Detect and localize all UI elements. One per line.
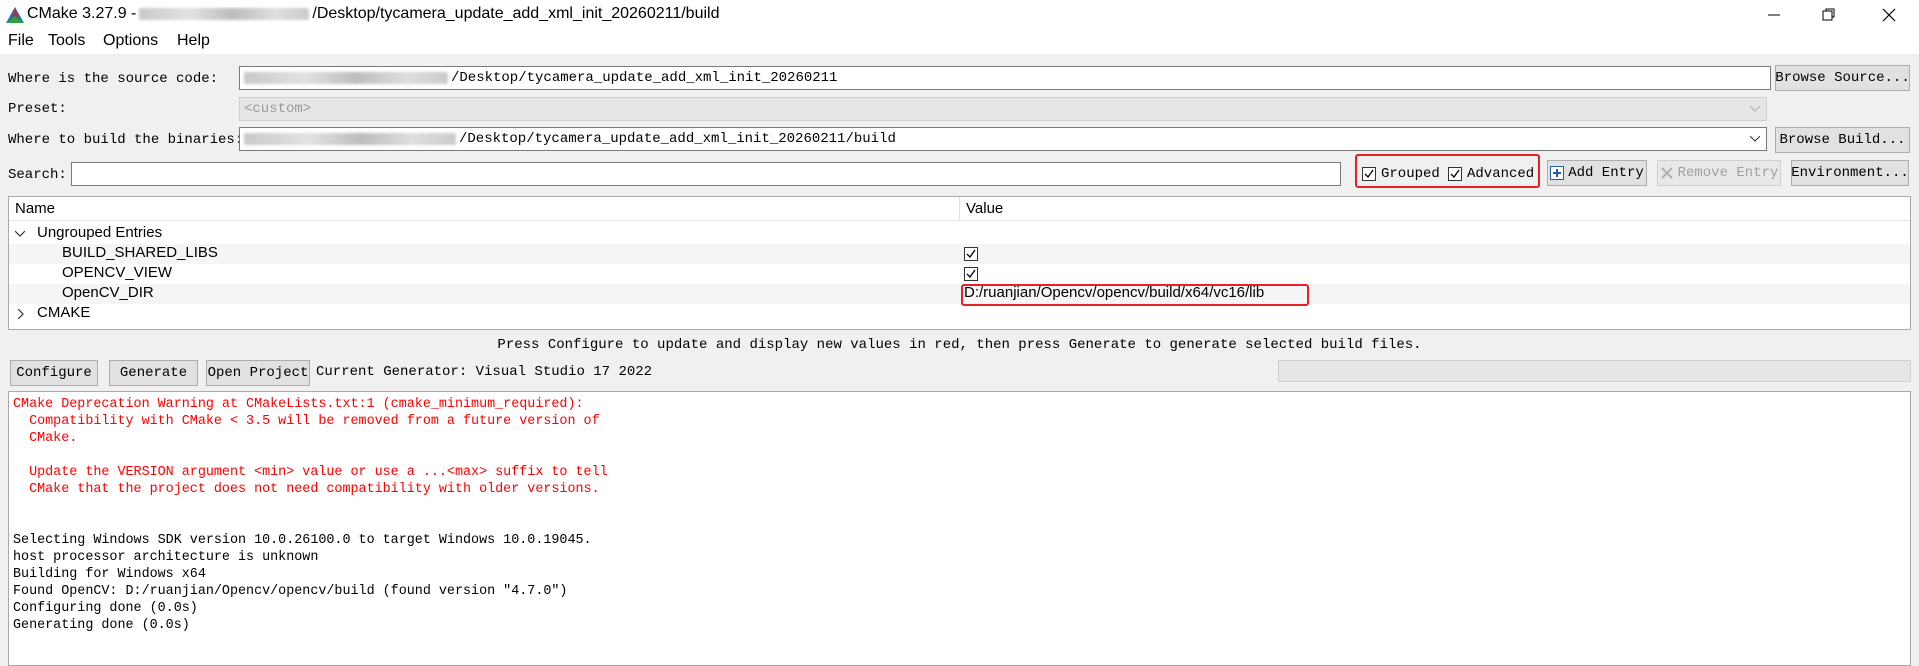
remove-entry-label: Remove Entry <box>1677 165 1779 181</box>
add-entry-label: Add Entry <box>1568 165 1644 181</box>
group-label: Ungrouped Entries <box>37 224 163 241</box>
redacted-path <box>139 8 310 20</box>
current-generator: Current Generator: Visual Studio 17 2022 <box>316 364 653 380</box>
status-message: Press Configure to update and display ne… <box>497 337 1422 353</box>
check-icon <box>966 269 976 279</box>
window-title-prefix: CMake 3.27.9 - <box>27 5 137 22</box>
menu-bar: File Tools Options Help <box>0 30 1919 54</box>
log-line: CMake that the project does not need com… <box>13 482 600 497</box>
restore-button[interactable] <box>1806 0 1852 30</box>
close-button[interactable] <box>1866 0 1912 30</box>
close-icon <box>1882 8 1896 22</box>
minimize-button[interactable] <box>1751 0 1797 30</box>
configure-button[interactable]: Configure <box>10 360 98 386</box>
menu-tools[interactable]: Tools <box>48 32 85 50</box>
advanced-checkbox[interactable]: Advanced <box>1448 166 1534 182</box>
redacted-path <box>244 72 448 84</box>
source-label: Where is the source code: <box>8 71 219 87</box>
menu-options[interactable]: Options <box>103 32 158 50</box>
build-label: Where to build the binaries: <box>8 132 244 148</box>
build-path-combobox[interactable]: /Desktop/tycamera_update_add_xml_init_20… <box>239 127 1767 151</box>
entry-checkbox[interactable] <box>964 247 978 261</box>
entry-name: BUILD_SHARED_LIBS <box>62 244 218 261</box>
preset-select[interactable]: <custom> <box>239 97 1767 121</box>
window-title: CMake 3.27.9 - /Desktop/tycamera_update_… <box>27 5 719 23</box>
open-project-button[interactable]: Open Project <box>206 360 310 386</box>
tree-row-opencv-view[interactable]: OPENCV_VIEW <box>9 264 1910 284</box>
log-line: CMake Deprecation Warning at CMakeLists.… <box>13 397 584 412</box>
generate-button[interactable]: Generate <box>109 360 198 386</box>
entry-name: OpenCV_DIR <box>62 284 154 301</box>
minimize-icon <box>1768 14 1780 16</box>
grouped-checkbox[interactable]: Grouped <box>1362 166 1440 182</box>
menu-file[interactable]: File <box>8 32 34 50</box>
entry-checkbox[interactable] <box>964 267 978 281</box>
log-line: CMake. <box>13 431 78 446</box>
tree-row-opencv-dir[interactable]: OpenCV_DIR D:/ruanjian/Opencv/opencv/bui… <box>9 284 1910 304</box>
preset-value: <custom> <box>244 101 312 117</box>
chevron-down-icon[interactable] <box>1748 132 1762 146</box>
log-line: Update the VERSION argument <min> value … <box>13 465 608 480</box>
tree-group-ungrouped[interactable]: Ungrouped Entries <box>9 224 1910 244</box>
preset-label: Preset: <box>8 101 67 117</box>
build-path-value: /Desktop/tycamera_update_add_xml_init_20… <box>459 131 896 147</box>
cache-entries-tree[interactable]: Name Value Ungrouped Entries BUILD_SHARE… <box>8 196 1911 330</box>
checkbox-checked[interactable] <box>1362 167 1376 181</box>
check-icon <box>1364 169 1374 179</box>
search-input[interactable] <box>71 162 1341 186</box>
remove-entry-button[interactable]: Remove Entry <box>1657 160 1781 186</box>
value-column-header[interactable]: Value <box>966 200 1003 217</box>
add-entry-button[interactable]: Add Entry <box>1547 160 1647 186</box>
entry-value[interactable]: D:/ruanjian/Opencv/opencv/build/x64/vc16… <box>964 284 1264 301</box>
source-path-value: /Desktop/tycamera_update_add_xml_init_20… <box>451 70 838 86</box>
chevron-right-icon[interactable] <box>17 309 25 319</box>
browse-build-button[interactable]: Browse Build... <box>1775 127 1910 153</box>
output-log[interactable]: CMake Deprecation Warning at CMakeLists.… <box>8 391 1911 666</box>
log-line: Configuring done (0.0s) <box>13 601 198 616</box>
browse-source-button[interactable]: Browse Source... <box>1775 65 1910 91</box>
log-line: Building for Windows x64 <box>13 567 206 582</box>
tree-header: Name Value <box>9 197 1910 221</box>
log-line: Selecting Windows SDK version 10.0.26100… <box>13 533 592 548</box>
search-label: Search: <box>8 167 67 183</box>
log-line: Found OpenCV: D:/ruanjian/Opencv/opencv/… <box>13 584 568 599</box>
advanced-label: Advanced <box>1467 166 1535 182</box>
entry-name: OPENCV_VIEW <box>62 264 173 281</box>
redacted-path <box>244 133 456 145</box>
cmake-logo-icon <box>6 7 24 23</box>
tree-group-cmake[interactable]: CMAKE <box>9 304 1910 324</box>
name-column-header[interactable]: Name <box>15 200 55 217</box>
remove-icon <box>1660 167 1673 179</box>
log-line: Generating done (0.0s) <box>13 618 190 633</box>
log-line: host processor architecture is unknown <box>13 550 319 565</box>
source-path-input[interactable]: /Desktop/tycamera_update_add_xml_init_20… <box>239 66 1771 90</box>
grouped-label: Grouped <box>1381 166 1440 182</box>
group-label: CMAKE <box>37 304 91 321</box>
environment-button[interactable]: Environment... <box>1791 160 1909 186</box>
menu-help[interactable]: Help <box>177 32 210 50</box>
title-bar: CMake 3.27.9 - /Desktop/tycamera_update_… <box>0 0 1919 30</box>
plus-icon <box>1550 166 1565 180</box>
chevron-down-icon[interactable] <box>15 230 25 238</box>
check-icon <box>1450 169 1460 179</box>
log-line: Compatibility with CMake < 3.5 will be r… <box>13 414 600 429</box>
tree-row-build-shared-libs[interactable]: BUILD_SHARED_LIBS <box>9 244 1910 264</box>
checkbox-checked[interactable] <box>1448 167 1462 181</box>
column-divider[interactable] <box>959 197 960 221</box>
restore-icon <box>1822 8 1835 21</box>
window-title-suffix: /Desktop/tycamera_update_add_xml_init_20… <box>312 5 720 22</box>
check-icon <box>966 249 976 259</box>
chevron-down-icon <box>1748 102 1762 116</box>
progress-bar <box>1278 360 1911 382</box>
